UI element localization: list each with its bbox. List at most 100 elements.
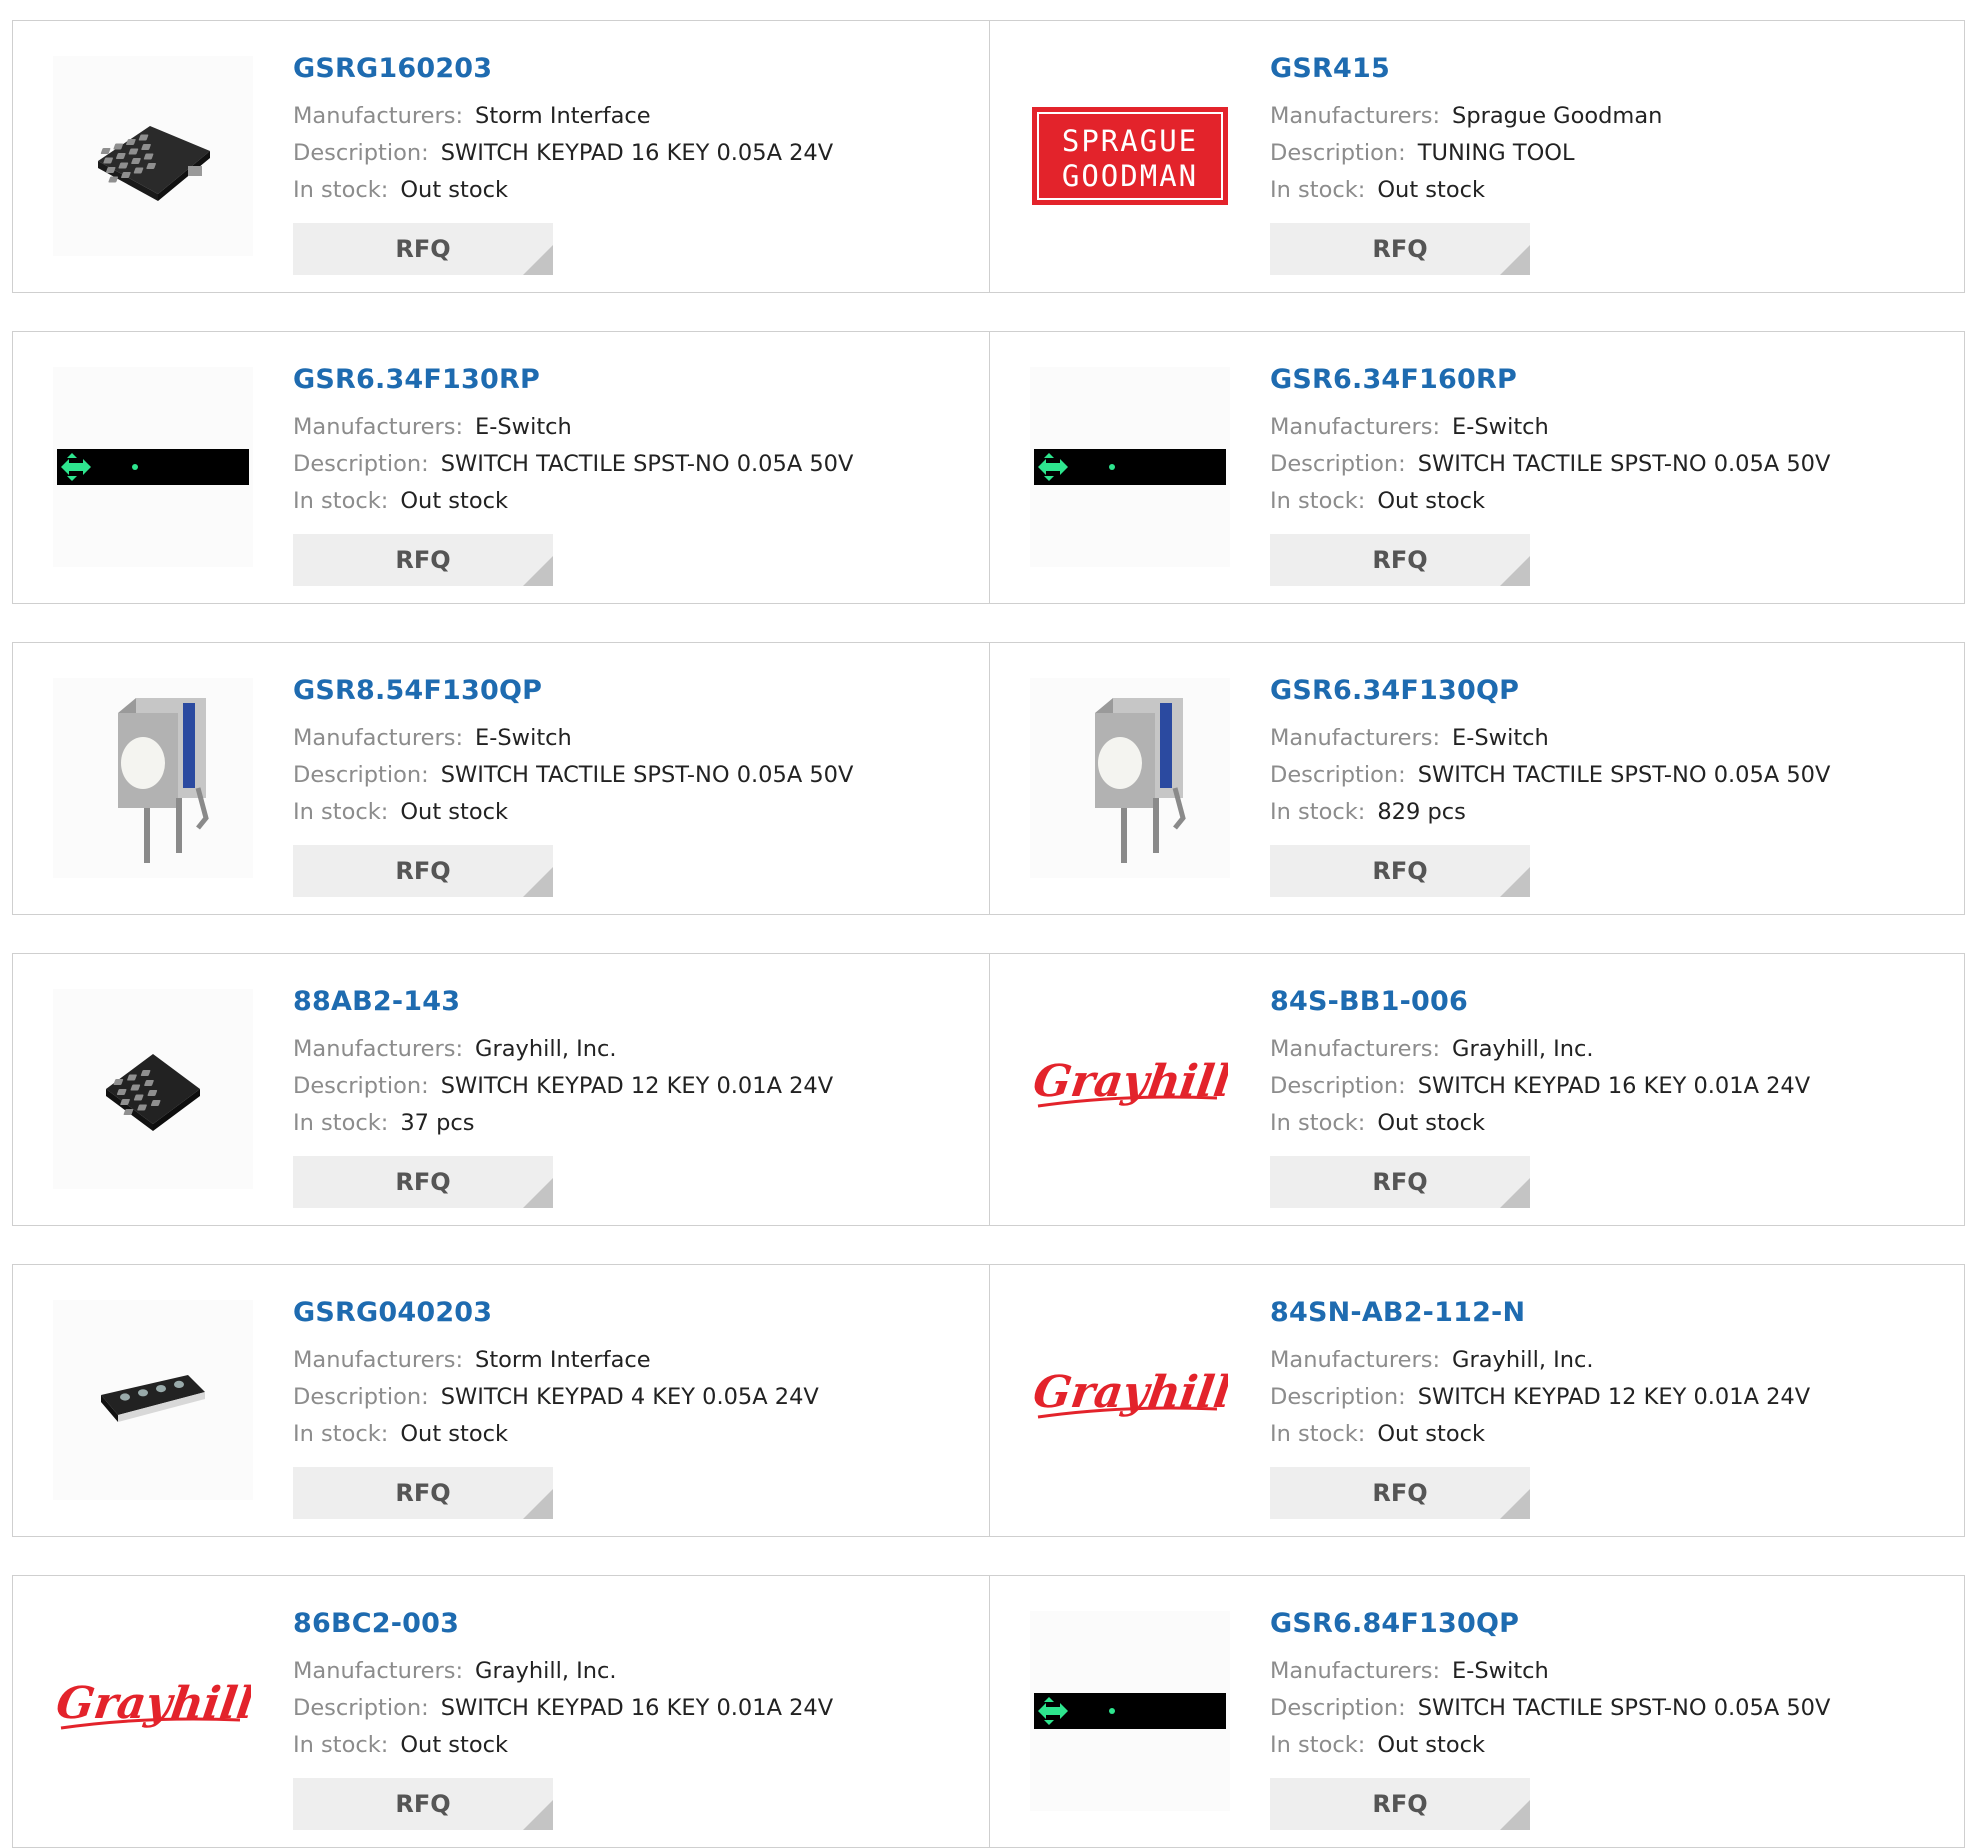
product-card: Grayhill 84S-BB1-006 Manufacturers: Grayhi… [990,953,1965,1226]
rfq-button[interactable]: RFQ [293,534,553,586]
part-number-link[interactable]: GSR6.34F130QP [1270,675,1830,706]
svg-text:GOODMAN: GOODMAN [1062,159,1198,193]
part-number-link[interactable]: 84SN-AB2-112-N [1270,1297,1810,1328]
sprague-goodman-logo: SPRAGUE GOODMAN [1032,107,1228,205]
keypad-4-icon [101,1375,205,1422]
rfq-label: RFQ [395,1168,451,1196]
part-number-link[interactable]: 84S-BB1-006 [1270,986,1810,1017]
part-number-link[interactable]: GSR8.54F130QP [293,675,853,706]
svg-text:SPRAGUE: SPRAGUE [1062,124,1198,158]
product-image[interactable] [53,56,253,256]
manufacturer-value: E-Switch [1452,725,1549,751]
rfq-button[interactable]: RFQ [1270,1467,1530,1519]
manufacturer-label: Manufacturers: [1270,725,1441,751]
part-number-link[interactable]: GSRG040203 [293,1297,819,1328]
product-card: GSR8.54F130QP Manufacturers: E-Switch Descr… [12,642,990,915]
grayhill-logo: Grayhill [55,1677,251,1730]
stock-value: Out stock [400,177,508,203]
grayhill-logo: Grayhill [1032,1366,1228,1419]
stock-label: In stock: [1270,177,1366,203]
description-label: Description: [293,1384,429,1410]
stock-value: Out stock [400,488,508,514]
stock-value: Out stock [1377,177,1485,203]
manufacturer-label: Manufacturers: [1270,1036,1441,1062]
product-info: 84SN-AB2-112-N Manufacturers: Grayhill, In… [1270,1297,1810,1519]
description-label: Description: [293,1073,429,1099]
stock-line: In stock: Out stock [1270,1416,1810,1453]
button-corner-decoration [1500,1800,1530,1830]
product-image[interactable] [53,989,253,1189]
part-number-link[interactable]: 86BC2-003 [293,1608,833,1639]
stock-value: Out stock [400,1732,508,1758]
stock-line: In stock: Out stock [1270,483,1830,520]
description-line: Description: SWITCH TACTILE SPST-NO 0.05A… [1270,757,1830,794]
button-corner-decoration [523,556,553,586]
description-line: Description: SWITCH KEYPAD 16 KEY 0.01A 2… [1270,1068,1810,1105]
manufacturer-value: Grayhill, Inc. [475,1036,617,1062]
product-image[interactable]: Grayhill [1030,989,1230,1189]
product-info: GSR6.84F130QP Manufacturers: E-Switch Descr… [1270,1608,1830,1830]
product-card: GSR6.34F160RP Manufacturers: E-Switch Descr… [990,331,1965,604]
description-line: Description: SWITCH TACTILE SPST-NO 0.05A… [1270,446,1830,483]
product-image[interactable]: SPRAGUE GOODMAN [1030,56,1230,256]
stock-label: In stock: [1270,1110,1366,1136]
part-number-link[interactable]: GSRG160203 [293,53,833,84]
manufacturer-value: Grayhill, Inc. [1452,1347,1594,1373]
description-label: Description: [293,1695,429,1721]
product-image[interactable] [1030,1611,1230,1811]
description-value: SWITCH TACTILE SPST-NO 0.05A 50V [440,762,854,788]
rfq-button[interactable]: RFQ [293,1778,553,1830]
rfq-button[interactable]: RFQ [293,1467,553,1519]
stock-line: In stock: Out stock [293,172,833,209]
product-image[interactable] [1030,367,1230,567]
stock-value: 37 pcs [400,1110,475,1136]
product-card: GSR6.34F130QP Manufacturers: E-Switch Descr… [990,642,1965,915]
led-strip-icon [1034,1693,1226,1729]
product-image[interactable] [1030,678,1230,878]
product-row: GSR8.54F130QP Manufacturers: E-Switch Descr… [12,642,1965,915]
part-number-link[interactable]: GSR6.34F160RP [1270,364,1830,395]
tactile-switch-icon [118,698,209,863]
product-image[interactable] [53,367,253,567]
manufacturer-label: Manufacturers: [293,103,464,129]
part-number-link[interactable]: GSR6.34F130RP [293,364,853,395]
rfq-button[interactable]: RFQ [1270,1778,1530,1830]
button-corner-decoration [523,1800,553,1830]
product-row: GSRG040203 Manufacturers: Storm Interface D… [12,1264,1965,1537]
rfq-button[interactable]: RFQ [293,223,553,275]
description-line: Description: SWITCH TACTILE SPST-NO 0.05A… [293,757,853,794]
part-number-link[interactable]: 88AB2-143 [293,986,833,1017]
description-value: SWITCH TACTILE SPST-NO 0.05A 50V [440,451,854,477]
manufacturer-line: Manufacturers: E-Switch [293,720,853,757]
stock-value: Out stock [400,1421,508,1447]
keypad-16-icon [98,126,210,201]
description-value: TUNING TOOL [1417,140,1575,166]
description-value: SWITCH TACTILE SPST-NO 0.05A 50V [1417,451,1831,477]
rfq-button[interactable]: RFQ [1270,845,1530,897]
rfq-button[interactable]: RFQ [1270,534,1530,586]
description-label: Description: [293,762,429,788]
manufacturer-line: Manufacturers: E-Switch [1270,1653,1830,1690]
rfq-button[interactable]: RFQ [1270,223,1530,275]
part-number-link[interactable]: GSR6.84F130QP [1270,1608,1830,1639]
product-row: Grayhill 86BC2-003 Manufacturers: Grayhill… [12,1575,1965,1848]
product-image[interactable]: Grayhill [53,1611,253,1811]
stock-line: In stock: Out stock [1270,172,1662,209]
product-card: 88AB2-143 Manufacturers: Grayhill, Inc. Des… [12,953,990,1226]
rfq-button[interactable]: RFQ [293,1156,553,1208]
product-image[interactable] [53,1300,253,1500]
stock-label: In stock: [1270,1732,1366,1758]
product-info: GSR415 Manufacturers: Sprague Goodman Descr… [1270,53,1662,275]
product-image[interactable]: Grayhill [1030,1300,1230,1500]
description-value: SWITCH KEYPAD 4 KEY 0.05A 24V [440,1384,819,1410]
part-number-link[interactable]: GSR415 [1270,53,1662,84]
product-image[interactable] [53,678,253,878]
description-label: Description: [1270,1384,1406,1410]
description-label: Description: [1270,1073,1406,1099]
rfq-button[interactable]: RFQ [293,845,553,897]
stock-value: Out stock [400,799,508,825]
rfq-button[interactable]: RFQ [1270,1156,1530,1208]
product-row: GSR6.34F130RP Manufacturers: E-Switch Descr… [12,331,1965,604]
description-line: Description: SWITCH KEYPAD 16 KEY 0.05A 2… [293,135,833,172]
manufacturer-label: Manufacturers: [1270,1347,1441,1373]
